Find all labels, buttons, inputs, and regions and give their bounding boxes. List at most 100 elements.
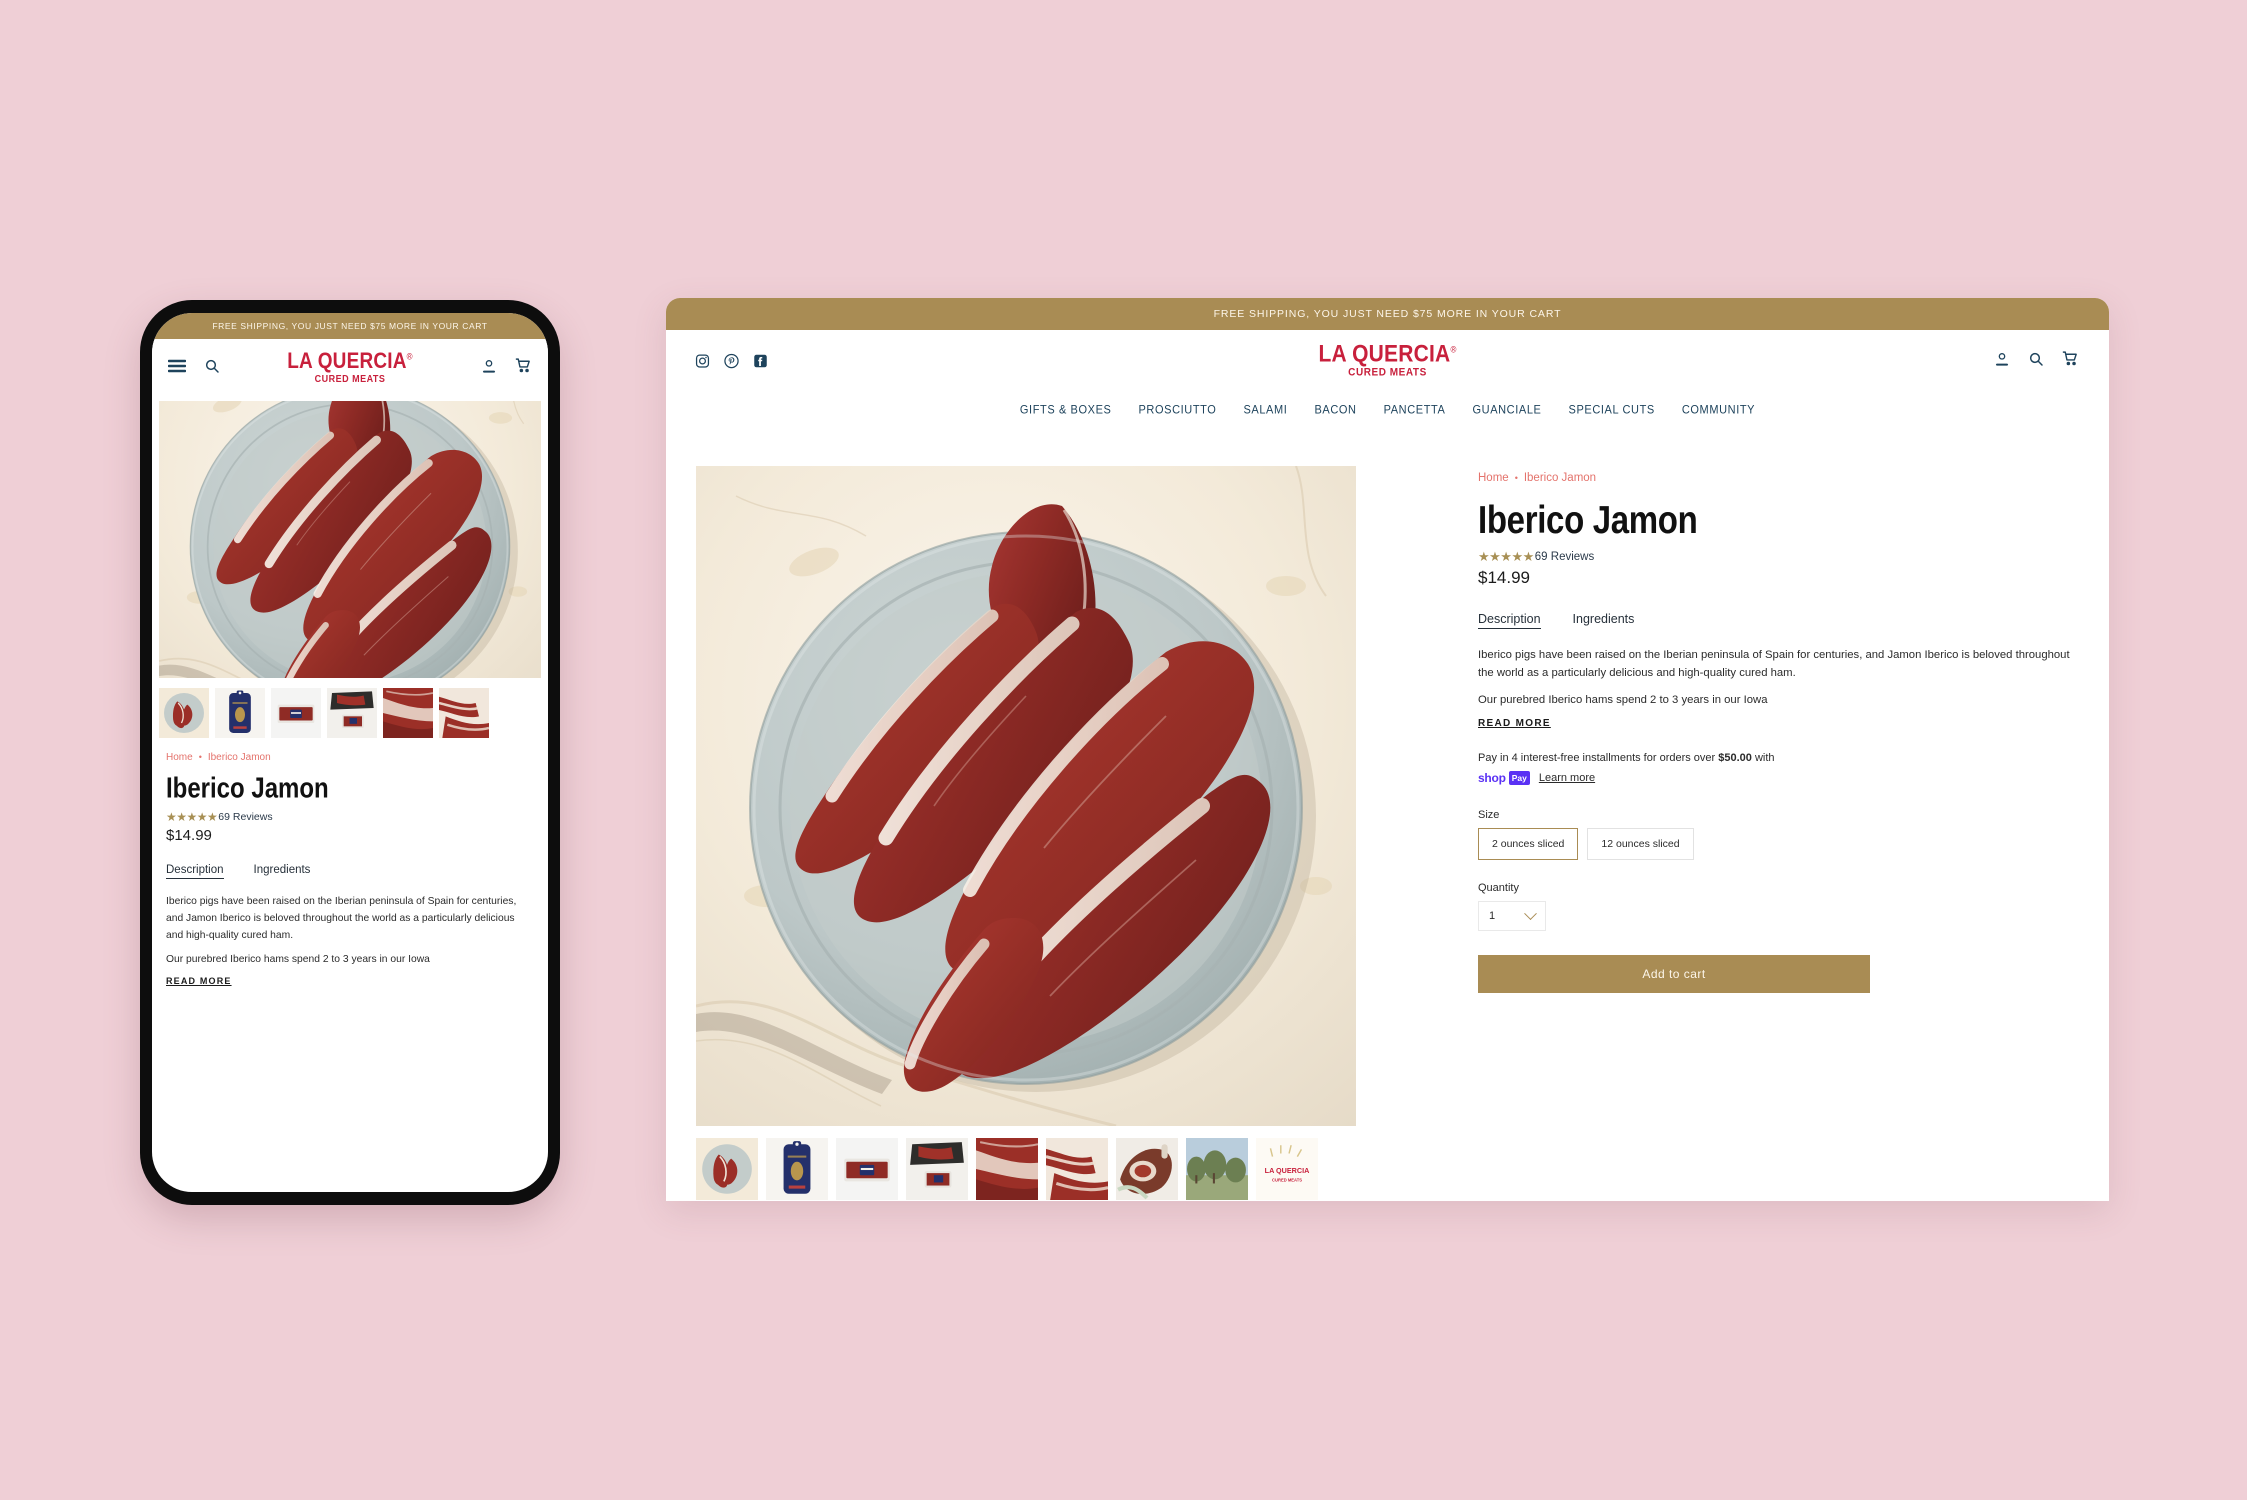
- phone-device-frame: FREE SHIPPING, YOU JUST NEED $75 MORE IN…: [140, 300, 560, 1205]
- tab-description[interactable]: Description: [1478, 612, 1541, 629]
- size-label: Size: [1478, 809, 1500, 822]
- add-to-cart-button[interactable]: Add to cart: [1478, 955, 1870, 994]
- thumb-package-white[interactable]: [836, 1138, 898, 1200]
- promo-banner-text: FREE SHIPPING, YOU JUST NEED $75 MORE IN…: [1213, 308, 1562, 320]
- account-icon[interactable]: [1994, 351, 2010, 372]
- thumb-package-white[interactable]: [271, 688, 321, 738]
- mobile-rating-row[interactable]: ★★★★★ 69 Reviews: [166, 810, 534, 824]
- mobile-product-tabs: Description Ingredients: [166, 864, 534, 880]
- search-icon[interactable]: [2028, 351, 2044, 372]
- mobile-product-info: Home • Iberico Jamon Iberico Jamon ★★★★★ 6…: [152, 738, 548, 989]
- chevron-down-icon: [1524, 906, 1537, 920]
- size-options: 2 ounces sliced 12 ounces sliced: [1478, 828, 2079, 861]
- thumb-field[interactable]: [1186, 1138, 1248, 1200]
- mobile-gallery-thumbnails: [159, 688, 548, 738]
- nav-item-salami[interactable]: SALAMI: [1243, 403, 1287, 416]
- social-links: [695, 353, 768, 369]
- breadcrumb-home[interactable]: Home: [1478, 472, 1509, 484]
- breadcrumb-current: Iberico Jamon: [1523, 472, 1597, 484]
- quantity-value: 1: [1489, 910, 1496, 923]
- quantity-label: Quantity: [1478, 882, 1519, 895]
- desktop-browser-window: FREE SHIPPING, YOU JUST NEED $75 MORE IN…: [666, 298, 2109, 1201]
- read-more-button[interactable]: READ MORE: [1478, 718, 1551, 729]
- gallery-thumbnails: [696, 1138, 1356, 1200]
- thumb-package-navy[interactable]: [215, 688, 265, 738]
- mobile-product-hero-image[interactable]: [159, 401, 541, 678]
- thumb-package-navy[interactable]: [766, 1138, 828, 1200]
- nav-item-gifts-boxes[interactable]: GIFTS & BOXES: [1020, 403, 1112, 416]
- thumb-plate[interactable]: [159, 688, 209, 738]
- mobile-breadcrumb-home[interactable]: Home: [166, 752, 193, 763]
- description-paragraph-1: Iberico pigs have been raised on the Ibe…: [1478, 648, 2070, 679]
- thumb-plate[interactable]: [696, 1138, 758, 1200]
- product-price: $14.99: [1478, 567, 1530, 587]
- mobile-promo-banner: FREE SHIPPING, YOU JUST NEED $75 MORE IN…: [152, 313, 548, 339]
- mobile-header: LA QUERCIA® CURED MEATS: [152, 339, 548, 397]
- thumb-logo-card[interactable]: [1256, 1138, 1318, 1200]
- size-option-12oz[interactable]: 12 ounces sliced: [1587, 828, 1694, 861]
- mobile-site-logo[interactable]: LA QUERCIA® CURED MEATS: [287, 349, 413, 384]
- shoppay-shop-word: shop: [1478, 771, 1506, 786]
- product-description: Iberico pigs have been raised on the Ibe…: [1478, 646, 2079, 731]
- thumb-ham-leg[interactable]: [1116, 1138, 1178, 1200]
- quantity-select[interactable]: 1: [1478, 901, 1546, 932]
- mobile-breadcrumb: Home • Iberico Jamon: [166, 752, 534, 763]
- nav-item-bacon[interactable]: BACON: [1314, 403, 1356, 416]
- thumb-folded-slices[interactable]: [439, 688, 489, 738]
- product-info-panel: Home • Iberico Jamon Iberico Jamon ★★★★★ 6…: [1356, 466, 2079, 1200]
- nav-item-community[interactable]: COMMUNITY: [1682, 403, 1755, 416]
- thumb-folded-slices[interactable]: [1046, 1138, 1108, 1200]
- nav-item-pancetta[interactable]: PANCETTA: [1384, 403, 1446, 416]
- rating-stars: ★★★★★: [1478, 548, 1534, 564]
- thumb-closeup-slices[interactable]: [383, 688, 433, 738]
- thumb-package-small[interactable]: [327, 688, 377, 738]
- logo-wordmark: LA QUERCIA®: [1318, 340, 1457, 368]
- hamburger-menu-icon[interactable]: [167, 359, 187, 378]
- size-option-2oz[interactable]: 2 ounces sliced: [1478, 828, 1579, 861]
- mobile-product-description: Iberico pigs have been raised on the Ibe…: [166, 894, 534, 989]
- mobile-breadcrumb-current: Iberico Jamon: [207, 752, 271, 763]
- tab-ingredients[interactable]: Ingredients: [1573, 612, 1635, 629]
- thumb-closeup-slices[interactable]: [976, 1138, 1038, 1200]
- mobile-promo-text: FREE SHIPPING, YOU JUST NEED $75 MORE IN…: [212, 321, 488, 331]
- mobile-search-icon[interactable]: [204, 358, 220, 379]
- facebook-icon[interactable]: [753, 354, 768, 369]
- instagram-icon[interactable]: [695, 354, 710, 369]
- mobile-read-more-button[interactable]: READ MORE: [166, 976, 232, 986]
- rating-row[interactable]: ★★★★★ 69 Reviews: [1478, 549, 2079, 565]
- mobile-breadcrumb-separator: •: [198, 752, 202, 763]
- mobile-tab-description[interactable]: Description: [166, 864, 224, 880]
- shop-pay-message: Pay in 4 interest-free installments for …: [1478, 750, 2079, 788]
- shoppay-text-before: Pay in 4 interest-free installments for …: [1478, 751, 1719, 764]
- main-navigation: GIFTS & BOXES PROSCIUTTO SALAMI BACON PA…: [666, 392, 2109, 432]
- mobile-logo-wordmark: LA QUERCIA®: [287, 349, 413, 374]
- shop-pay-logo: shop Pay: [1478, 769, 1530, 787]
- product-hero-image[interactable]: [696, 466, 1356, 1126]
- mobile-account-icon[interactable]: [481, 358, 497, 379]
- mobile-description-paragraph-2: Our purebred Iberico hams spend 2 to 3 y…: [166, 954, 430, 966]
- mobile-product-price: $14.99: [166, 827, 212, 845]
- mobile-tab-ingredients[interactable]: Ingredients: [254, 864, 311, 879]
- mobile-rating-stars: ★★★★★: [166, 810, 218, 825]
- shoppay-learn-more-link[interactable]: Learn more: [1539, 770, 1595, 787]
- mobile-review-count: 69 Reviews: [218, 811, 273, 824]
- page-title: Iberico Jamon: [1478, 497, 1698, 542]
- breadcrumb-separator: •: [1514, 472, 1518, 483]
- site-logo[interactable]: LA QUERCIA® CURED MEATS: [1288, 340, 1488, 379]
- pinterest-icon[interactable]: [724, 353, 739, 369]
- phone-screen: FREE SHIPPING, YOU JUST NEED $75 MORE IN…: [152, 313, 548, 1192]
- nav-item-prosciutto[interactable]: PROSCIUTTO: [1138, 403, 1216, 416]
- breadcrumb: Home • Iberico Jamon: [1478, 472, 2079, 484]
- thumb-slices-board[interactable]: [906, 1138, 968, 1200]
- product-tabs: Description Ingredients: [1478, 612, 2079, 629]
- description-paragraph-2: Our purebred Iberico hams spend 2 to 3 y…: [1478, 694, 1768, 707]
- header-action-icons: [1994, 350, 2079, 372]
- shoppay-text-after: with: [1751, 751, 1775, 764]
- nav-item-special-cuts[interactable]: SPECIAL CUTS: [1569, 403, 1655, 416]
- mobile-cart-icon[interactable]: [515, 357, 532, 379]
- mobile-page-title: Iberico Jamon: [166, 772, 329, 805]
- nav-item-guanciale[interactable]: GUANCIALE: [1472, 403, 1541, 416]
- promo-banner: FREE SHIPPING, YOU JUST NEED $75 MORE IN…: [666, 298, 2109, 330]
- product-gallery: [696, 466, 1356, 1200]
- cart-icon[interactable]: [2062, 350, 2079, 372]
